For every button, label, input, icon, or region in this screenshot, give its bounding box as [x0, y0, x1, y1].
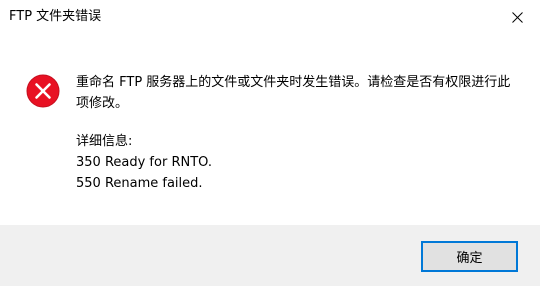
- window-title: FTP 文件夹错误: [9, 9, 102, 24]
- error-details: 详细信息: 350 Ready for RNTO. 550 Rename fai…: [76, 131, 516, 194]
- details-line: 350 Ready for RNTO.: [76, 155, 212, 170]
- details-label: 详细信息:: [76, 134, 133, 149]
- close-icon: [511, 11, 523, 23]
- ok-button[interactable]: 确定: [421, 241, 518, 272]
- ftp-error-dialog: FTP 文件夹错误 重命名 FTP 服务器上的文件或文件夹时发生错误。请检查是否…: [0, 0, 540, 286]
- button-bar: 确定: [0, 225, 540, 286]
- error-message: 重命名 FTP 服务器上的文件或文件夹时发生错误。请检查是否有权限进行此项修改。: [76, 72, 516, 114]
- title-bar[interactable]: FTP 文件夹错误: [0, 0, 540, 34]
- error-message-text: 重命名 FTP 服务器上的文件或文件夹时发生错误。请检查是否有权限进行此项修改。: [76, 75, 511, 111]
- error-icon: [26, 74, 60, 108]
- details-line: 550 Rename failed.: [76, 176, 203, 191]
- close-button[interactable]: [494, 0, 540, 34]
